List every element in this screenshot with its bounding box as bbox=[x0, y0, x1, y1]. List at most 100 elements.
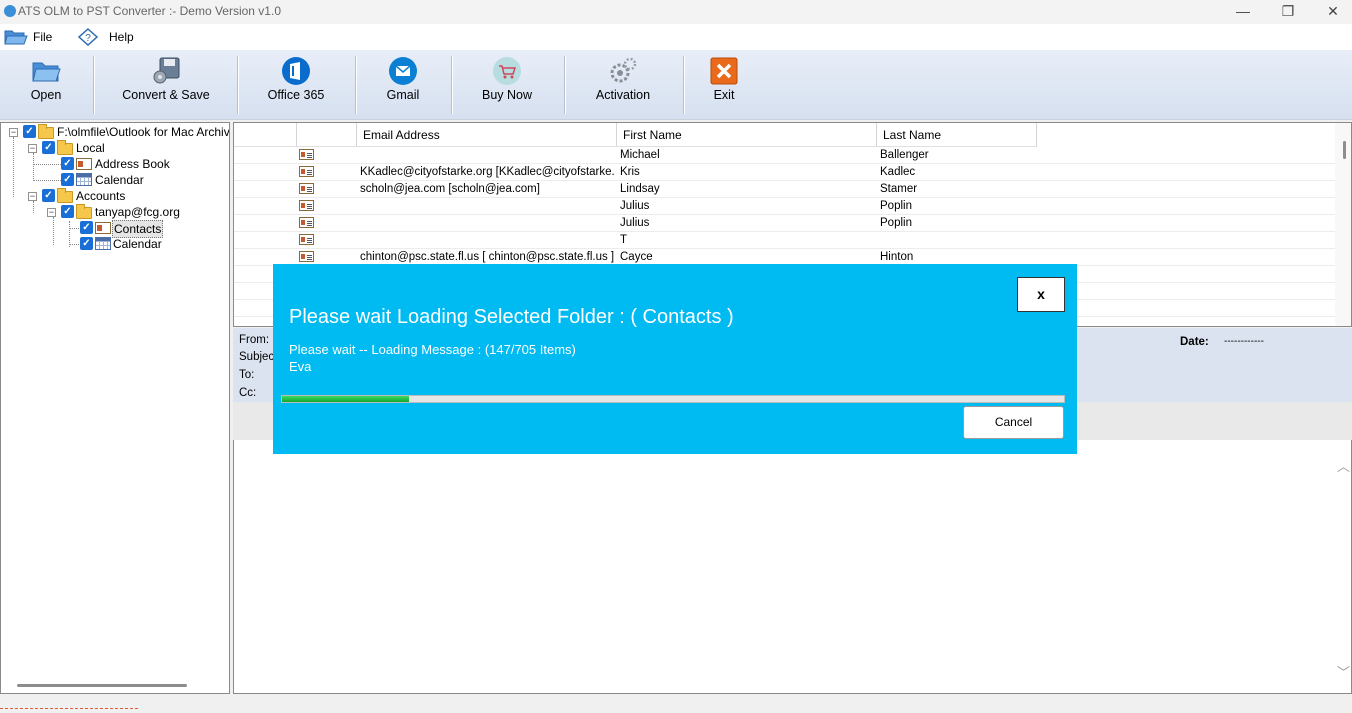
contact-card-icon bbox=[299, 251, 314, 262]
loading-progress-bar bbox=[281, 395, 1065, 403]
close-window-button[interactable]: ✕ bbox=[1310, 0, 1352, 24]
toolbar-divider bbox=[237, 56, 238, 114]
dialog-current-item: Eva bbox=[289, 359, 312, 374]
message-body-pane[interactable]: ︿ ﹀ bbox=[233, 440, 1352, 694]
first-name-cell: T bbox=[620, 234, 628, 246]
column-header-blank bbox=[234, 123, 297, 147]
last-name-cell bbox=[880, 232, 1036, 249]
office365-button[interactable]: Office 365 bbox=[256, 50, 336, 120]
open-label: Open bbox=[30, 88, 62, 102]
collapse-toggle[interactable]: − bbox=[28, 192, 37, 201]
collapse-toggle[interactable]: − bbox=[47, 208, 56, 217]
dialog-message: Please wait -- Loading Message : (147/70… bbox=[289, 342, 576, 357]
gmail-button[interactable]: Gmail bbox=[368, 50, 438, 120]
toolbar-divider bbox=[683, 56, 684, 114]
checkbox-checked[interactable]: ✓ bbox=[61, 173, 74, 186]
column-header-email[interactable]: Email Address bbox=[357, 123, 617, 147]
scrollbar-thumb[interactable] bbox=[1343, 141, 1346, 159]
office365-label: Office 365 bbox=[267, 88, 325, 102]
column-header-icon[interactable] bbox=[297, 123, 357, 147]
status-progress-line bbox=[0, 708, 138, 709]
grid-vertical-scrollbar[interactable] bbox=[1335, 123, 1351, 326]
exit-button[interactable]: Exit bbox=[694, 50, 754, 120]
minimize-button[interactable]: — bbox=[1220, 0, 1266, 24]
date-label: Date: bbox=[1180, 336, 1209, 348]
svg-text:?: ? bbox=[85, 33, 91, 44]
last-name-cell: Ballenger bbox=[880, 149, 929, 161]
email-cell: scholn@jea.com [scholn@jea.com] bbox=[360, 183, 540, 195]
tree-root-label: F:\olmfile\Outlook for Mac Archive 2 bbox=[57, 125, 230, 139]
email-cell bbox=[360, 232, 614, 249]
table-row[interactable]: T bbox=[234, 232, 1338, 249]
contact-card-icon bbox=[299, 217, 314, 228]
scroll-up-icon[interactable]: ︿ bbox=[1337, 456, 1350, 475]
buy-now-button[interactable]: Buy Now bbox=[466, 50, 548, 120]
collapse-toggle[interactable]: − bbox=[28, 144, 37, 153]
from-label: From: bbox=[239, 334, 270, 346]
checkbox-checked[interactable]: ✓ bbox=[61, 205, 74, 218]
toolbar-divider bbox=[564, 56, 565, 114]
email-cell bbox=[360, 198, 614, 215]
status-bar bbox=[0, 697, 1352, 713]
column-header-first-name[interactable]: First Name bbox=[617, 123, 877, 147]
last-name-cell: Poplin bbox=[880, 200, 912, 212]
scroll-down-icon[interactable]: ﹀ bbox=[1337, 662, 1350, 681]
address-book-icon bbox=[76, 158, 92, 170]
table-row[interactable]: Julius Poplin bbox=[234, 215, 1338, 232]
help-diamond-icon: ? bbox=[78, 28, 98, 46]
tree-node-address-book[interactable]: ✓ Address Book bbox=[1, 156, 229, 172]
checkbox-checked[interactable]: ✓ bbox=[61, 157, 74, 170]
checkbox-checked[interactable]: ✓ bbox=[80, 237, 93, 250]
tree-node-accounts[interactable]: − ✓ Accounts bbox=[1, 188, 229, 204]
gmail-label: Gmail bbox=[386, 88, 420, 102]
window-title: ATS OLM to PST Converter :- Demo Version… bbox=[18, 4, 281, 18]
cancel-button[interactable]: Cancel bbox=[963, 406, 1064, 439]
calendar-icon bbox=[95, 237, 111, 250]
maximize-button[interactable]: ❐ bbox=[1265, 0, 1311, 24]
tree-node-local[interactable]: − ✓ Local bbox=[1, 140, 229, 156]
last-name-cell: Kadlec bbox=[880, 166, 916, 178]
column-header-last-name[interactable]: Last Name bbox=[877, 123, 1037, 147]
menu-help[interactable]: ? Help bbox=[78, 27, 138, 47]
first-name-cell: Lindsay bbox=[620, 183, 660, 195]
gears-icon bbox=[610, 57, 637, 83]
email-cell bbox=[360, 215, 614, 232]
convert-save-button[interactable]: Convert & Save bbox=[106, 50, 226, 120]
table-row[interactable]: KKadlec@cityofstarke.org [KKadlec@cityof… bbox=[234, 164, 1338, 181]
toolbar-divider bbox=[451, 56, 452, 114]
toolbar-divider bbox=[355, 56, 356, 114]
tree-node-contacts[interactable]: ✓ Contacts bbox=[1, 220, 229, 238]
last-name-cell: Poplin bbox=[880, 217, 912, 229]
menu-file[interactable]: File bbox=[4, 27, 64, 47]
checkbox-checked[interactable]: ✓ bbox=[80, 221, 93, 234]
loading-dialog: x Please wait Loading Selected Folder : … bbox=[273, 264, 1077, 454]
folder-open-icon bbox=[4, 30, 28, 45]
calendar-icon bbox=[76, 173, 92, 186]
save-gears-icon bbox=[153, 57, 180, 84]
last-name-cell: Stamer bbox=[880, 183, 918, 195]
table-row[interactable]: Julius Poplin bbox=[234, 198, 1338, 215]
table-row[interactable]: Michael Ballenger bbox=[234, 147, 1338, 164]
table-row[interactable]: scholn@jea.com [scholn@jea.com] Lindsay … bbox=[234, 181, 1338, 198]
collapse-toggle[interactable]: − bbox=[9, 128, 18, 137]
dialog-title: Please wait Loading Selected Folder : ( … bbox=[289, 306, 734, 328]
open-button[interactable]: Open bbox=[8, 50, 84, 120]
convert-save-label: Convert & Save bbox=[122, 88, 210, 102]
activation-button[interactable]: Activation bbox=[583, 50, 663, 120]
folder-open-icon bbox=[57, 188, 73, 203]
checkbox-checked[interactable]: ✓ bbox=[42, 141, 55, 154]
tree-node-account-calendar[interactable]: ✓ Calendar bbox=[1, 236, 229, 252]
tree-node-root[interactable]: − ✓ F:\olmfile\Outlook for Mac Archive 2 bbox=[1, 124, 230, 140]
tree-horizontal-scrollbar[interactable] bbox=[17, 684, 187, 687]
tree-node-account[interactable]: − ✓ tanyap@fcg.org bbox=[1, 204, 229, 220]
checkbox-checked[interactable]: ✓ bbox=[23, 125, 36, 138]
tree-node-local-calendar[interactable]: ✓ Calendar bbox=[1, 172, 229, 188]
first-name-cell: Kris bbox=[620, 166, 640, 178]
exit-icon bbox=[710, 57, 738, 85]
title-bar: ATS OLM to PST Converter :- Demo Version… bbox=[0, 0, 1352, 24]
email-cell bbox=[360, 147, 614, 164]
contact-card-icon bbox=[299, 200, 314, 211]
cart-icon bbox=[493, 57, 521, 85]
checkbox-checked[interactable]: ✓ bbox=[42, 189, 55, 202]
dialog-close-button[interactable]: x bbox=[1017, 277, 1065, 312]
